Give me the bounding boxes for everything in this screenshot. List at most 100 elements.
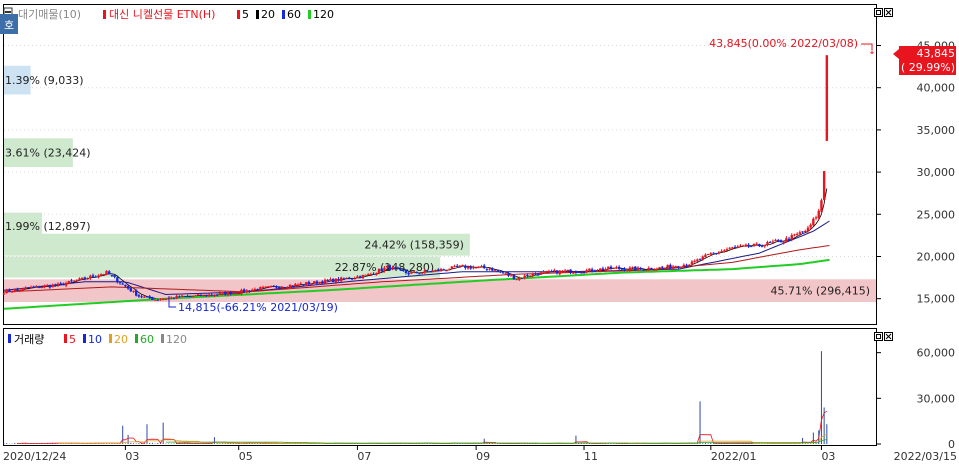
candle-body: [793, 234, 796, 236]
candle-body: [315, 281, 319, 284]
candle-body: [272, 285, 275, 287]
candle-body: [404, 270, 408, 273]
candle-body: [175, 295, 178, 299]
price-tick-label-5: 40,000: [917, 82, 956, 95]
candle-body: [70, 280, 73, 282]
candle-body: [37, 286, 41, 288]
candle-body: [81, 277, 84, 279]
candle-body: [431, 270, 435, 273]
volume-panel-maximize-icon[interactable]: [874, 332, 883, 341]
legend-waiting-volume[interactable]: 대기매물(10): [18, 8, 81, 21]
candle-body: [151, 297, 154, 301]
candle-body: [437, 269, 440, 272]
candle-body: [288, 285, 292, 288]
candle-body: [620, 268, 624, 270]
candle-body: [380, 268, 383, 272]
candle-body: [461, 264, 464, 266]
candle-body: [696, 259, 699, 262]
candle-body: [86, 278, 89, 280]
candle-body: [407, 272, 410, 275]
legend-ma-swatch-5: [237, 10, 240, 19]
candle-body: [145, 296, 149, 298]
volume-panel-close-icon[interactable]: [884, 332, 893, 341]
candle-body: [113, 275, 116, 278]
date-tick-label-3: 07: [357, 450, 371, 463]
candle-body: [650, 267, 653, 270]
candle-body: [240, 289, 243, 294]
candle-body: [453, 265, 456, 267]
volume-profile-label-0: 1.39% (9,033): [5, 74, 84, 87]
candle-body: [54, 284, 57, 286]
candle-body: [550, 271, 553, 273]
candle-body: [644, 269, 648, 271]
candle-body: [661, 266, 664, 268]
candle-body: [72, 280, 76, 282]
candle-body: [526, 275, 529, 277]
candle-body: [153, 299, 157, 301]
candle-body: [777, 239, 780, 241]
candle-body: [412, 271, 416, 273]
price-panel-maximize-icon[interactable]: [874, 8, 883, 17]
candle-body: [275, 286, 278, 288]
candle-body: [170, 297, 173, 299]
candle-body: [348, 277, 351, 279]
candle-body: [717, 252, 721, 254]
candle-body: [277, 287, 281, 289]
candle-body: [817, 210, 820, 218]
candle-body: [706, 254, 710, 256]
candle-body: [396, 267, 400, 269]
candle-body: [601, 268, 605, 271]
side-tab-label: 호: [4, 19, 14, 32]
candle-body: [385, 265, 389, 268]
candle-body: [213, 295, 216, 297]
candle-body: [48, 285, 52, 288]
candle-body: [226, 292, 230, 296]
legend-volume[interactable]: 거래량: [14, 333, 44, 346]
candle-body: [785, 238, 788, 242]
candle-body: [553, 270, 556, 272]
candle-body: [253, 289, 257, 291]
candle-body: [429, 271, 432, 273]
candle-body: [469, 266, 472, 269]
candle-body: [126, 285, 130, 289]
candle-body: [313, 281, 316, 284]
candle-body: [102, 274, 106, 276]
candle-body: [302, 284, 305, 286]
candle-body: [156, 299, 159, 301]
candle-body: [358, 276, 362, 278]
candle-body: [245, 290, 249, 293]
candle-body: [75, 280, 79, 282]
candle-body: [545, 271, 548, 273]
candle-body: [634, 266, 637, 271]
candle-body: [329, 279, 332, 281]
legend-symbol[interactable]: 대신 니켈선물 ETN(H): [109, 8, 215, 21]
candle-body: [369, 273, 373, 275]
candle-body: [593, 271, 597, 273]
candle-body: [658, 267, 661, 269]
candle-body: [59, 283, 62, 285]
candle-body: [585, 270, 588, 273]
candle-body: [612, 267, 615, 269]
candle-body: [13, 289, 16, 293]
candle-body: [814, 217, 818, 219]
candle-body: [504, 273, 507, 275]
candle-body: [750, 246, 753, 248]
candle-body: [248, 290, 251, 292]
candle-body: [178, 296, 181, 298]
candle-body: [623, 268, 626, 271]
legend-volume-swatch: [8, 334, 11, 343]
candle-body: [801, 231, 804, 233]
candle-body: [809, 224, 812, 228]
candle-body: [56, 283, 60, 286]
candle-body: [663, 267, 667, 269]
candle-body: [447, 269, 451, 271]
candle-body: [331, 279, 335, 283]
candle-body: [267, 286, 270, 288]
candle-body: [402, 269, 405, 271]
candle-body: [35, 286, 38, 288]
candle-body: [423, 270, 427, 273]
price-panel-close-icon[interactable]: [884, 8, 893, 17]
candle-body: [232, 293, 235, 295]
candle-body: [445, 270, 448, 272]
last-price-change: ( 29.99%): [901, 61, 955, 74]
